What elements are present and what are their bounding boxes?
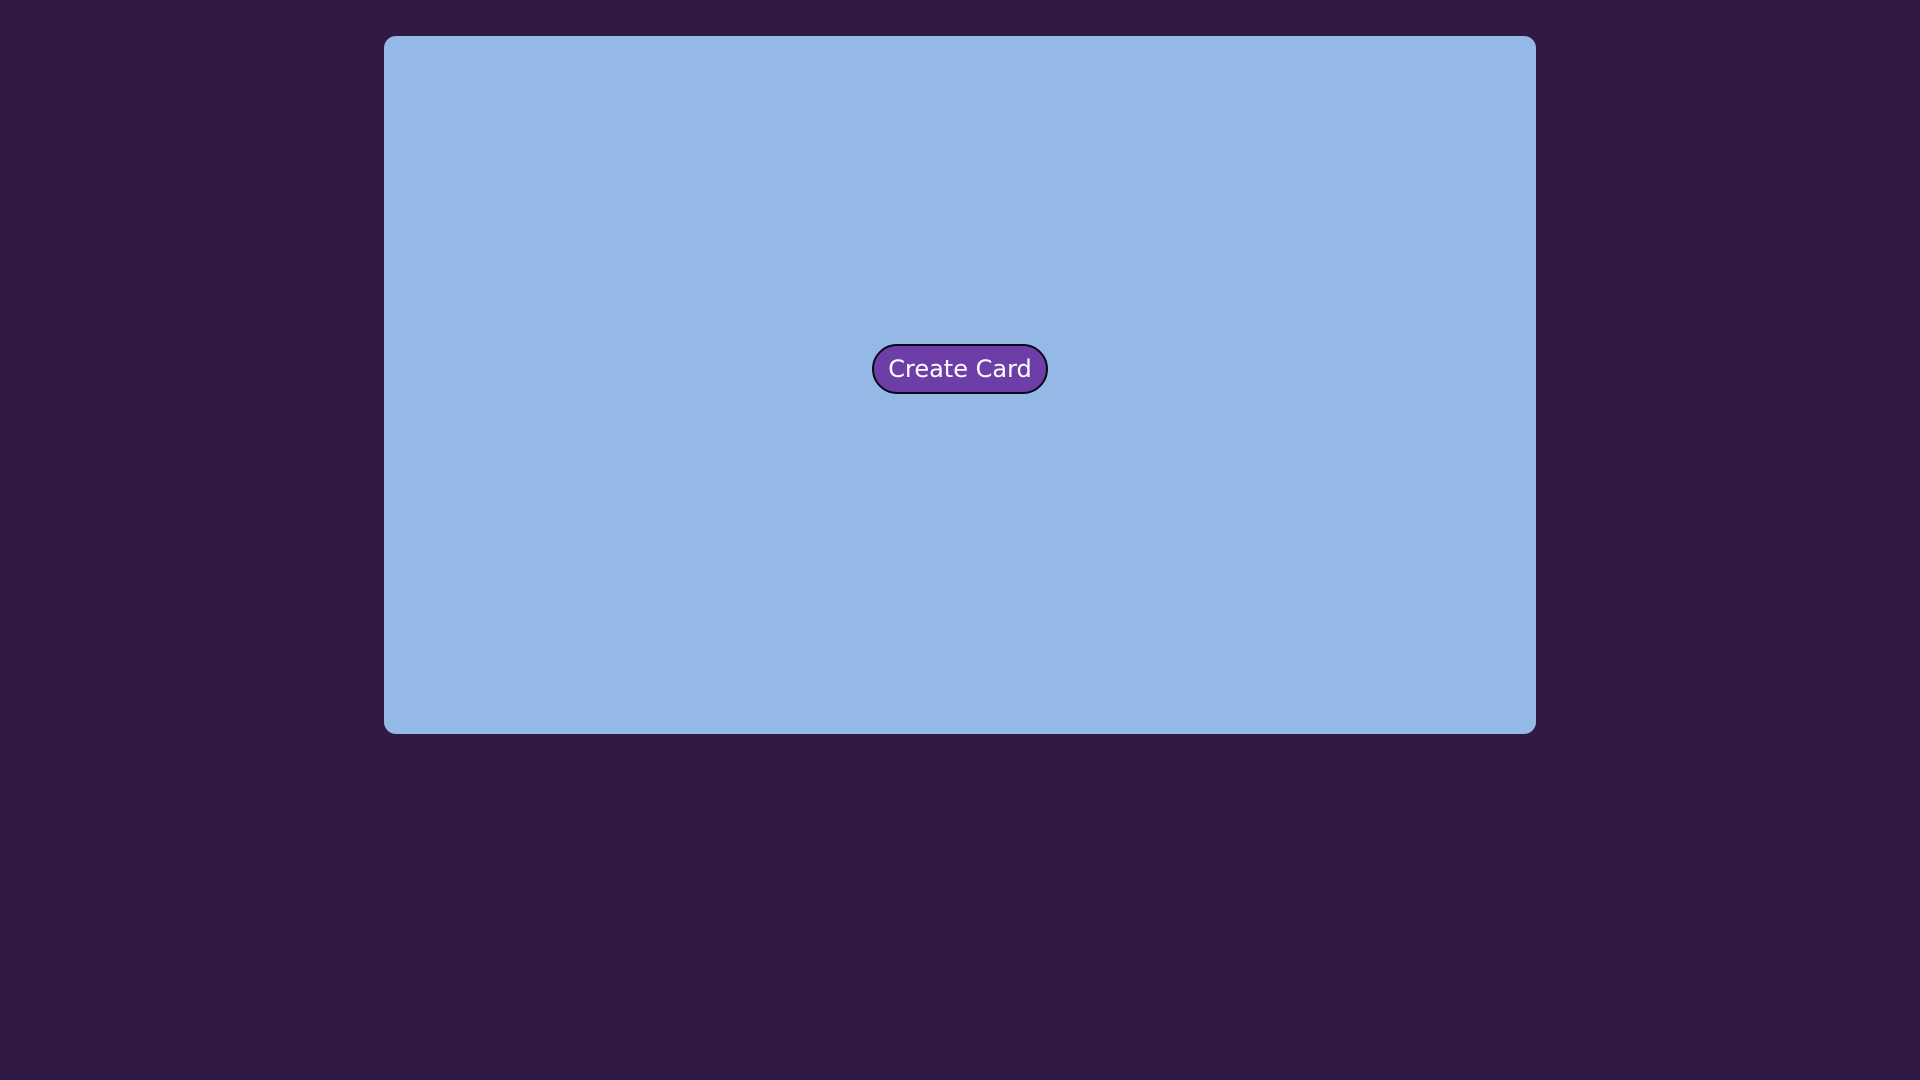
- create-card-button[interactable]: Create Card: [872, 344, 1048, 394]
- card-panel: Create Card: [384, 36, 1536, 734]
- page-background: Create Card: [0, 0, 1920, 1080]
